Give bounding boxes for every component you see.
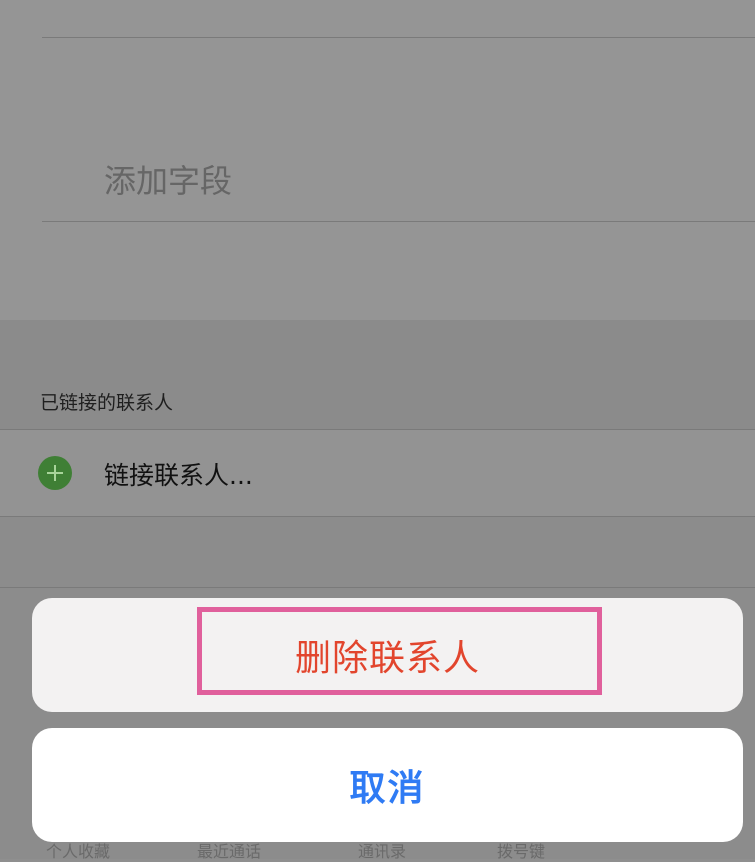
link-contact-label[interactable]: 链接联系人... [104,456,253,492]
section-header-linked-contacts: 已链接的联系人 [40,392,174,414]
add-field-button[interactable]: 添加字段 [104,156,232,202]
delete-contact-label: 删除联系人 [294,638,480,679]
cancel-label: 取消 [349,768,426,809]
divider [42,37,755,38]
delete-contact-button[interactable]: 删除联系人 [32,598,743,712]
cancel-button[interactable]: 取消 [32,728,743,842]
divider [42,221,755,222]
divider [0,587,755,588]
plus-icon[interactable] [38,456,72,490]
